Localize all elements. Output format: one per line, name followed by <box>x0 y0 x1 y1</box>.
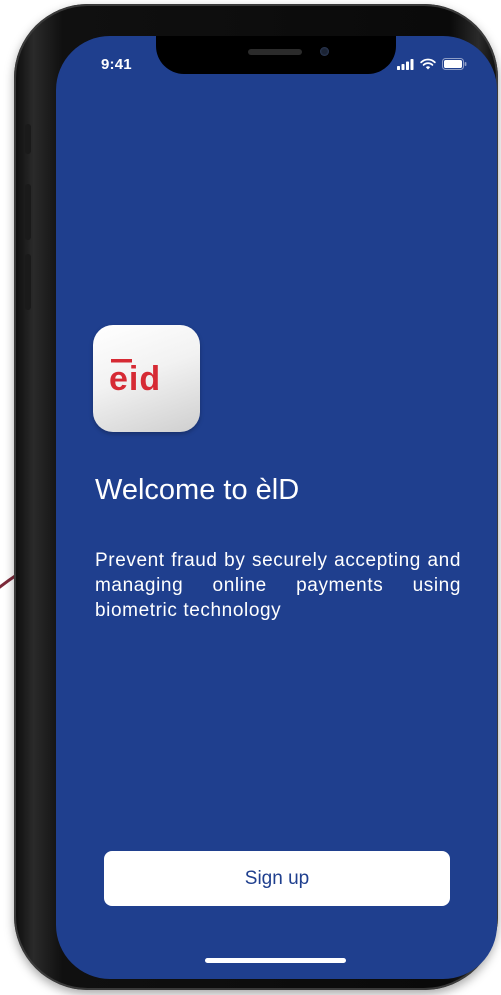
phone-frame: 9:41 eid Welcome to èlD Prevent fraud by… <box>14 4 498 990</box>
silent-switch <box>25 124 31 154</box>
status-time: 9:41 <box>101 56 132 73</box>
mockup-stage: 9:41 eid Welcome to èlD Prevent fraud by… <box>0 0 501 995</box>
volume-up-button <box>25 184 31 240</box>
sign-up-button[interactable]: Sign up <box>104 851 450 906</box>
front-camera <box>320 47 329 56</box>
notch <box>156 36 396 74</box>
home-indicator[interactable] <box>205 958 346 963</box>
wifi-icon <box>420 58 436 70</box>
svg-text:eid: eid <box>109 360 161 397</box>
cellular-signal-icon <box>397 58 414 70</box>
speaker-grille <box>248 49 302 55</box>
eid-logo: eid <box>109 359 161 397</box>
eid-app-icon: eid <box>93 325 200 432</box>
welcome-description: Prevent fraud by securely accepting and … <box>95 550 461 621</box>
status-icons <box>397 58 467 70</box>
app-screen: 9:41 eid Welcome to èlD Prevent fraud by… <box>56 36 497 979</box>
volume-down-button <box>25 254 31 310</box>
battery-icon <box>442 58 467 70</box>
welcome-title: Welcome to èlD <box>95 474 300 506</box>
